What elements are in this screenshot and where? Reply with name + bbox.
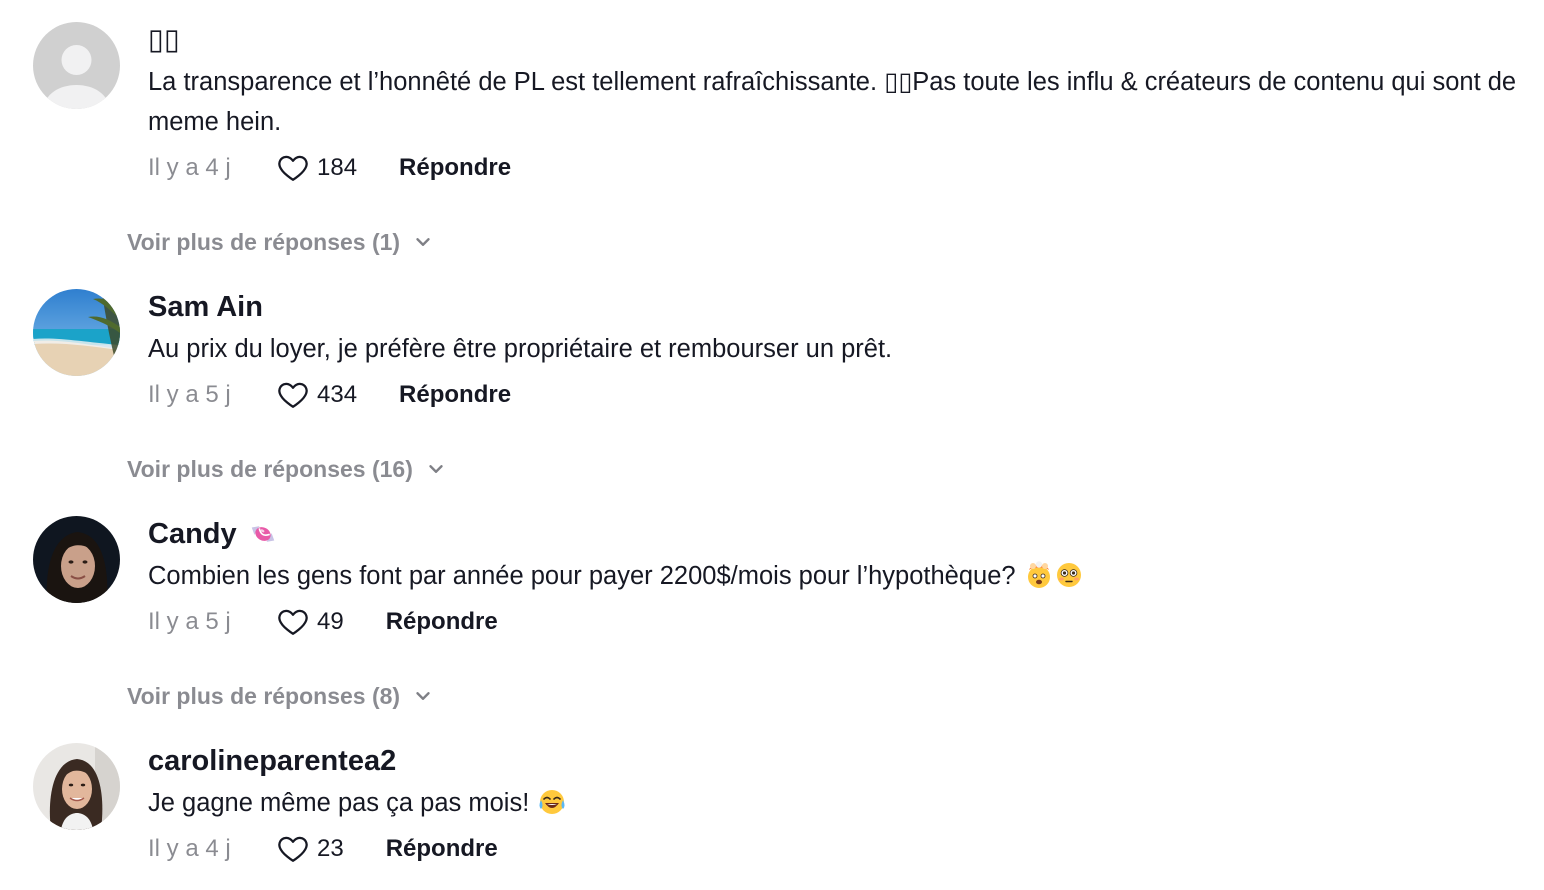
like-button[interactable]: 434 — [276, 378, 357, 412]
candy-emoji — [251, 526, 274, 542]
view-more-replies-button[interactable]: Voir plus de réponses (8) — [127, 681, 434, 711]
comment-text: La transparence et l’honnêté de PL est t… — [148, 68, 1517, 136]
avatar[interactable] — [33, 22, 120, 109]
comment-username[interactable]: Candy — [148, 516, 1528, 552]
heart-outline-icon — [278, 836, 308, 862]
view-more-replies-button[interactable]: Voir plus de réponses (1) — [127, 227, 434, 257]
comment-meta: Il y a 4 j 23 Répondre — [148, 829, 1528, 869]
comment-timestamp: Il y a 5 j — [148, 608, 231, 635]
view-more-replies-label: Voir plus de réponses (8) — [127, 682, 401, 709]
heart-outline-icon — [278, 609, 308, 635]
view-more-replies-label: Voir plus de réponses (1) — [127, 228, 401, 255]
chevron-down-icon — [429, 465, 443, 473]
like-count: 49 — [317, 608, 344, 635]
comment-text: Au prix du loyer, je préfère être propri… — [148, 335, 893, 363]
woman-selfie-avatar — [33, 516, 120, 603]
comment-meta: Il y a 5 j 434 Répondre — [148, 375, 1528, 415]
avatar[interactable] — [33, 289, 120, 376]
heart-outline-icon — [278, 155, 308, 181]
like-button[interactable]: 184 — [276, 151, 357, 185]
comment-body: Candy Combien les gens font par année po… — [148, 516, 1528, 642]
avatar[interactable] — [33, 743, 120, 830]
reply-button[interactable]: Répondre — [399, 154, 511, 182]
like-button[interactable]: 49 — [276, 605, 344, 639]
comment-timestamp: Il y a 5 j — [148, 381, 231, 408]
avatar[interactable] — [33, 516, 120, 603]
comment-body: carolineparentea2 Je gagne même pas ça p… — [148, 743, 1528, 869]
comment-text: Combien les gens font par année pour pay… — [148, 556, 1528, 596]
tears-of-joy-emoji — [539, 790, 565, 814]
chevron-down-icon — [416, 238, 430, 246]
exploding-head-emoji — [1027, 561, 1050, 588]
woman-portrait-avatar — [33, 743, 120, 830]
chevron-down-icon — [416, 692, 430, 700]
beach-photo-avatar — [33, 289, 120, 376]
like-count: 23 — [317, 835, 344, 862]
heart-outline-icon — [278, 382, 308, 408]
view-more-replies-button[interactable]: Voir plus de réponses (16) — [127, 454, 447, 484]
view-more-replies-label: Voir plus de réponses (16) — [127, 455, 413, 482]
reply-button[interactable]: Répondre — [386, 608, 498, 636]
comment-text: Je gagne même pas ça pas mois! — [148, 783, 1528, 823]
comment-body: ▯▯ La transparence et l’honnêté de PL es… — [148, 22, 1528, 188]
comment-username[interactable]: carolineparentea2 — [148, 743, 1528, 779]
reply-button[interactable]: Répondre — [399, 381, 511, 409]
reply-button[interactable]: Répondre — [386, 835, 498, 863]
comment-body: Sam Ain Au prix du loyer, je préfère êtr… — [148, 289, 1528, 415]
comment-meta: Il y a 5 j 49 Répondre — [148, 602, 1528, 642]
comment-timestamp: Il y a 4 j — [148, 154, 231, 181]
comments-list: ▯▯ La transparence et l’honnêté de PL es… — [0, 0, 1544, 890]
like-button[interactable]: 23 — [276, 832, 344, 866]
comment-text-label: Combien les gens font par année pour pay… — [148, 562, 1016, 590]
default-avatar-icon — [33, 22, 120, 109]
like-count: 184 — [317, 154, 358, 181]
comment-username-label: Candy — [148, 518, 237, 550]
comment-username[interactable]: ▯▯ — [148, 22, 1528, 58]
comment-timestamp: Il y a 4 j — [148, 835, 231, 862]
flushed-face-emoji — [1056, 563, 1081, 587]
comment-username[interactable]: Sam Ain — [148, 289, 1528, 325]
username-unrendered-glyph: ▯▯ — [148, 24, 180, 56]
comment-meta: Il y a 4 j 184 Répondre — [148, 148, 1528, 188]
like-count: 434 — [317, 381, 358, 408]
comment-text-label: Je gagne même pas ça pas mois! — [148, 789, 530, 817]
